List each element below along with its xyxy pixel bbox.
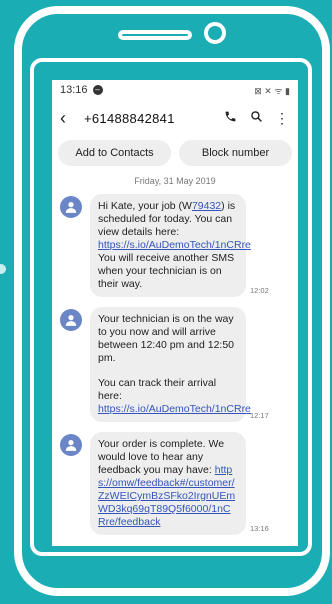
avatar-icon	[60, 309, 82, 331]
app-bar: ‹ +61488842841 ⋮	[52, 100, 298, 136]
search-icon[interactable]	[248, 110, 264, 126]
phone-speaker	[118, 30, 192, 40]
message-bubble: Your order is complete. We would love to…	[90, 432, 246, 535]
message-row: Your technician is on the way to you now…	[52, 307, 298, 422]
message-time: 12:17	[250, 411, 269, 420]
avatar-icon	[60, 434, 82, 456]
side-button	[0, 264, 6, 274]
message-bubble: Hi Kate, your job (W79432) is scheduled …	[90, 194, 251, 297]
message-time: 13:16	[250, 524, 269, 533]
avatar-icon	[60, 196, 82, 218]
screen: 13:16 – ⊠ ✕ ᯤ ▮ ‹ +61488842841 ⋮ Add to …	[52, 80, 298, 546]
status-icons: ⊠ ✕ ᯤ ▮	[254, 85, 290, 96]
phone-camera	[204, 22, 226, 44]
date-divider: Friday, 31 May 2019	[134, 176, 216, 186]
dnd-icon: –	[92, 85, 103, 95]
status-bar: 13:16 – ⊠ ✕ ᯤ ▮	[52, 80, 298, 100]
phone-call-icon[interactable]	[222, 110, 238, 126]
more-options-icon[interactable]: ⋮	[274, 110, 290, 127]
job-link[interactable]: 79432	[192, 200, 221, 212]
message-row: Hi Kate, your job (W79432) is scheduled …	[52, 194, 298, 297]
message-row: Your order is complete. We would love to…	[52, 432, 298, 535]
contact-number: +61488842841	[84, 110, 175, 126]
details-link[interactable]: https://s.io/AuDemoTech/1nCRre	[98, 239, 251, 251]
status-time: 13:16	[60, 84, 88, 96]
message-bubble: Your technician is on the way to you now…	[90, 307, 251, 422]
block-number-button[interactable]: Block number	[179, 140, 292, 166]
back-arrow-icon[interactable]: ‹	[60, 108, 74, 129]
message-time: 12:02	[250, 286, 269, 295]
add-to-contacts-button[interactable]: Add to Contacts	[58, 140, 171, 166]
tracking-link[interactable]: https://s.io/AuDemoTech/1nCRre	[98, 403, 251, 415]
contact-actions: Add to Contacts Block number	[52, 136, 298, 166]
